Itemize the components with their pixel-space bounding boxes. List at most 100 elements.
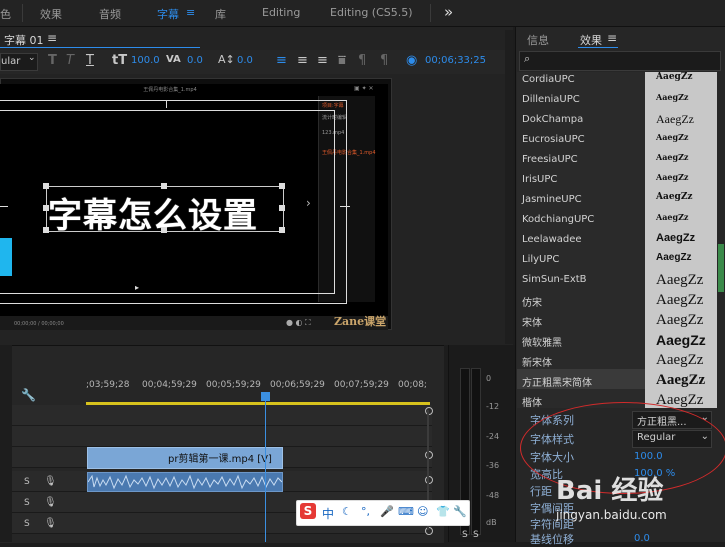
meter-bar-right: [471, 368, 481, 535]
panel-menu-icon[interactable]: ≡: [47, 31, 57, 45]
wrench-icon[interactable]: 🔧: [21, 388, 36, 402]
resize-handle[interactable]: [161, 183, 167, 189]
resize-handle[interactable]: [43, 227, 49, 233]
font-item[interactable]: 微软雅黑: [522, 334, 562, 349]
workspace-menu-icon[interactable]: ≡: [186, 6, 195, 19]
align-left-icon[interactable]: ≡: [276, 53, 287, 68]
mic-icon[interactable]: 🎙: [44, 518, 57, 529]
db-label: -48: [486, 491, 500, 500]
font-item[interactable]: FreesiaUPC: [522, 154, 578, 165]
font-item[interactable]: DokChampa: [522, 114, 583, 125]
workspace-tab-titles[interactable]: 字幕: [157, 6, 179, 22]
video-clip[interactable]: pr剪辑第一课.mp4 [V]: [87, 447, 283, 469]
leading-value[interactable]: 0.0: [237, 55, 253, 66]
font-item[interactable]: 楷体: [522, 394, 542, 409]
margin-tick: [166, 100, 167, 108]
font-preview: AaegZz: [656, 192, 693, 202]
workspace-tab-editing[interactable]: Editing: [262, 6, 300, 19]
font-item[interactable]: SimSun-ExtB: [522, 274, 587, 285]
font-size-value[interactable]: 100.0: [131, 55, 160, 66]
playhead[interactable]: [265, 392, 266, 542]
tab-effects[interactable]: 效果: [580, 32, 602, 48]
paragraph-vertical-icon[interactable]: ¶: [380, 53, 388, 68]
audio-clip[interactable]: [87, 472, 283, 492]
tab-stops-icon[interactable]: ⩸: [338, 53, 346, 68]
panel-menu-icon[interactable]: ≡: [607, 31, 617, 45]
font-item[interactable]: CordiaUPC: [522, 74, 575, 85]
track-solo[interactable]: S: [24, 477, 30, 487]
user-icon[interactable]: ☺: [417, 505, 428, 518]
font-preview: AaegZz: [656, 112, 694, 126]
resize-handle[interactable]: [279, 227, 285, 233]
playhead-handle[interactable]: [261, 392, 270, 401]
side-tab[interactable]: [0, 238, 12, 276]
meter-solo-left[interactable]: S: [462, 530, 468, 540]
meter-solo-right[interactable]: S: [473, 530, 479, 540]
baseline-value[interactable]: 0.0: [634, 533, 650, 544]
timecode-tick: 00;04;59;29: [142, 380, 197, 390]
db-label: -12: [486, 402, 500, 411]
resize-handle[interactable]: [43, 205, 49, 211]
align-right-icon[interactable]: ≡: [317, 53, 328, 68]
font-item[interactable]: IrisUPC: [522, 174, 557, 185]
italic-icon[interactable]: T: [66, 53, 74, 68]
font-item[interactable]: 宋体: [522, 314, 542, 329]
wrench-icon[interactable]: 🔧: [453, 505, 467, 518]
sogou-logo-icon[interactable]: S: [300, 503, 316, 519]
resize-handle[interactable]: [279, 183, 285, 189]
font-preview: AaegZz: [656, 72, 693, 82]
shirt-icon[interactable]: 👕: [436, 505, 450, 518]
font-preview: AaegZz: [656, 252, 692, 263]
timecode-value[interactable]: 00;06;33;25: [425, 55, 486, 66]
track-solo[interactable]: S: [24, 519, 30, 529]
aspect-value[interactable]: 0.0: [187, 55, 203, 66]
margin-tick: [340, 206, 350, 207]
microphone-icon[interactable]: 🎤: [380, 505, 394, 518]
font-item[interactable]: 新宋体: [522, 354, 552, 369]
caption-text[interactable]: 字幕怎么设置: [48, 188, 258, 237]
font-item[interactable]: Leelawadee: [522, 234, 582, 245]
workspace-tab-effects[interactable]: 效果: [40, 6, 62, 22]
baidu-url: jingyan.baidu.com: [556, 508, 667, 522]
underline-icon[interactable]: T: [86, 53, 94, 68]
font-item[interactable]: KodchiangUPC: [522, 214, 594, 225]
resize-handle[interactable]: [43, 183, 49, 189]
ime-mode[interactable]: 中: [322, 505, 334, 522]
resize-handle[interactable]: [161, 227, 167, 233]
title-panel-tab[interactable]: 字幕 01: [4, 32, 44, 48]
resize-handle[interactable]: [279, 205, 285, 211]
font-preview: AaegZz: [656, 272, 704, 288]
font-item[interactable]: JasmineUPC: [522, 194, 582, 205]
font-item[interactable]: 仿宋: [522, 294, 542, 309]
player-controls-icon[interactable]: ● ◐ ⛶: [286, 318, 311, 328]
workspace-tab-libraries[interactable]: 库: [215, 6, 226, 22]
font-item[interactable]: DilleniaUPC: [522, 94, 580, 105]
workspace-tab-audio[interactable]: 音频: [99, 6, 121, 22]
paragraph-icon[interactable]: ¶: [358, 53, 366, 68]
workspace-tab-color[interactable]: 色: [0, 6, 11, 22]
mic-icon[interactable]: 🎙: [44, 476, 57, 487]
track-solo[interactable]: S: [24, 498, 30, 508]
video-title: 王佩丹电影合集_1.mp4: [143, 87, 197, 93]
align-center-icon[interactable]: ≡: [297, 53, 308, 68]
mic-icon[interactable]: 🎙: [44, 497, 57, 508]
panel-scrollbar[interactable]: [505, 30, 513, 344]
effects-search-input[interactable]: [519, 51, 721, 71]
punctuation-icon[interactable]: °,: [361, 505, 370, 518]
watermark: Zane课堂: [334, 315, 387, 328]
font-item[interactable]: 方正粗黑宋简体: [522, 374, 592, 389]
keyboard-icon[interactable]: ⌨: [398, 505, 414, 518]
workspace-tab-editing-cs55[interactable]: Editing (CS5.5): [330, 6, 413, 19]
moon-icon[interactable]: ☾: [342, 505, 352, 518]
aspect-icon: VA: [166, 54, 181, 65]
bold-icon[interactable]: T: [48, 53, 57, 68]
font-preview: AaegZz: [656, 172, 689, 182]
font-item[interactable]: LilyUPC: [522, 254, 559, 265]
font-item[interactable]: EucrosiaUPC: [522, 134, 585, 145]
overflow-chevron-icon[interactable]: »: [444, 3, 453, 21]
db-label: -24: [486, 432, 500, 441]
tab-info[interactable]: 信息: [527, 32, 549, 48]
font-list-scrollbar[interactable]: [718, 244, 724, 292]
show-video-eye-icon[interactable]: ◉: [406, 53, 417, 68]
font-preview: AaegZz: [656, 232, 696, 244]
